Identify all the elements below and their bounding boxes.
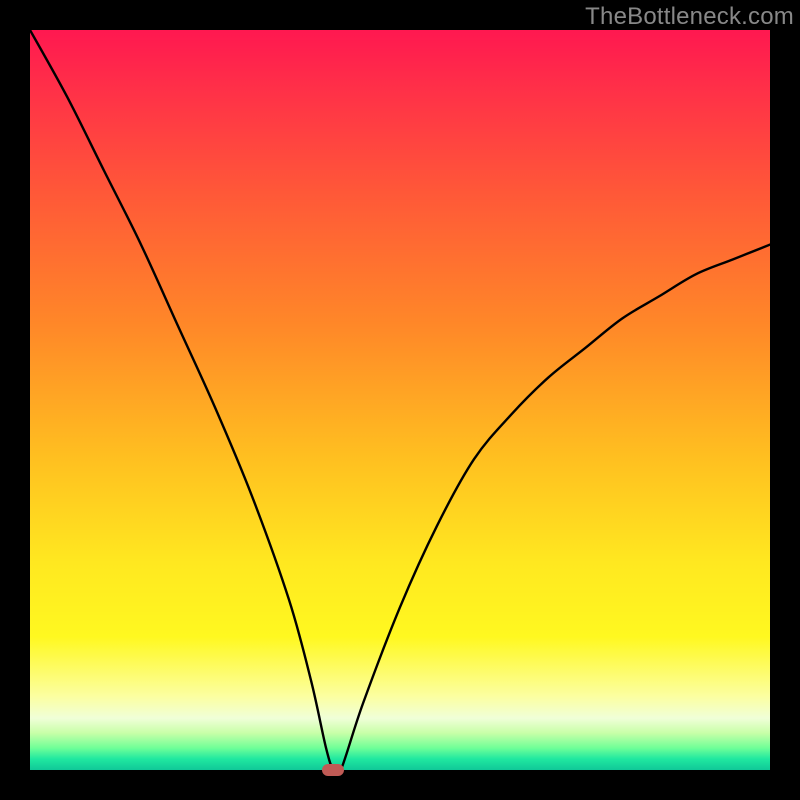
plot-area [30,30,770,770]
optimum-marker [322,764,344,776]
bottleneck-curve [30,30,770,770]
watermark-text: TheBottleneck.com [585,3,794,31]
chart-frame: TheBottleneck.com [0,0,800,800]
